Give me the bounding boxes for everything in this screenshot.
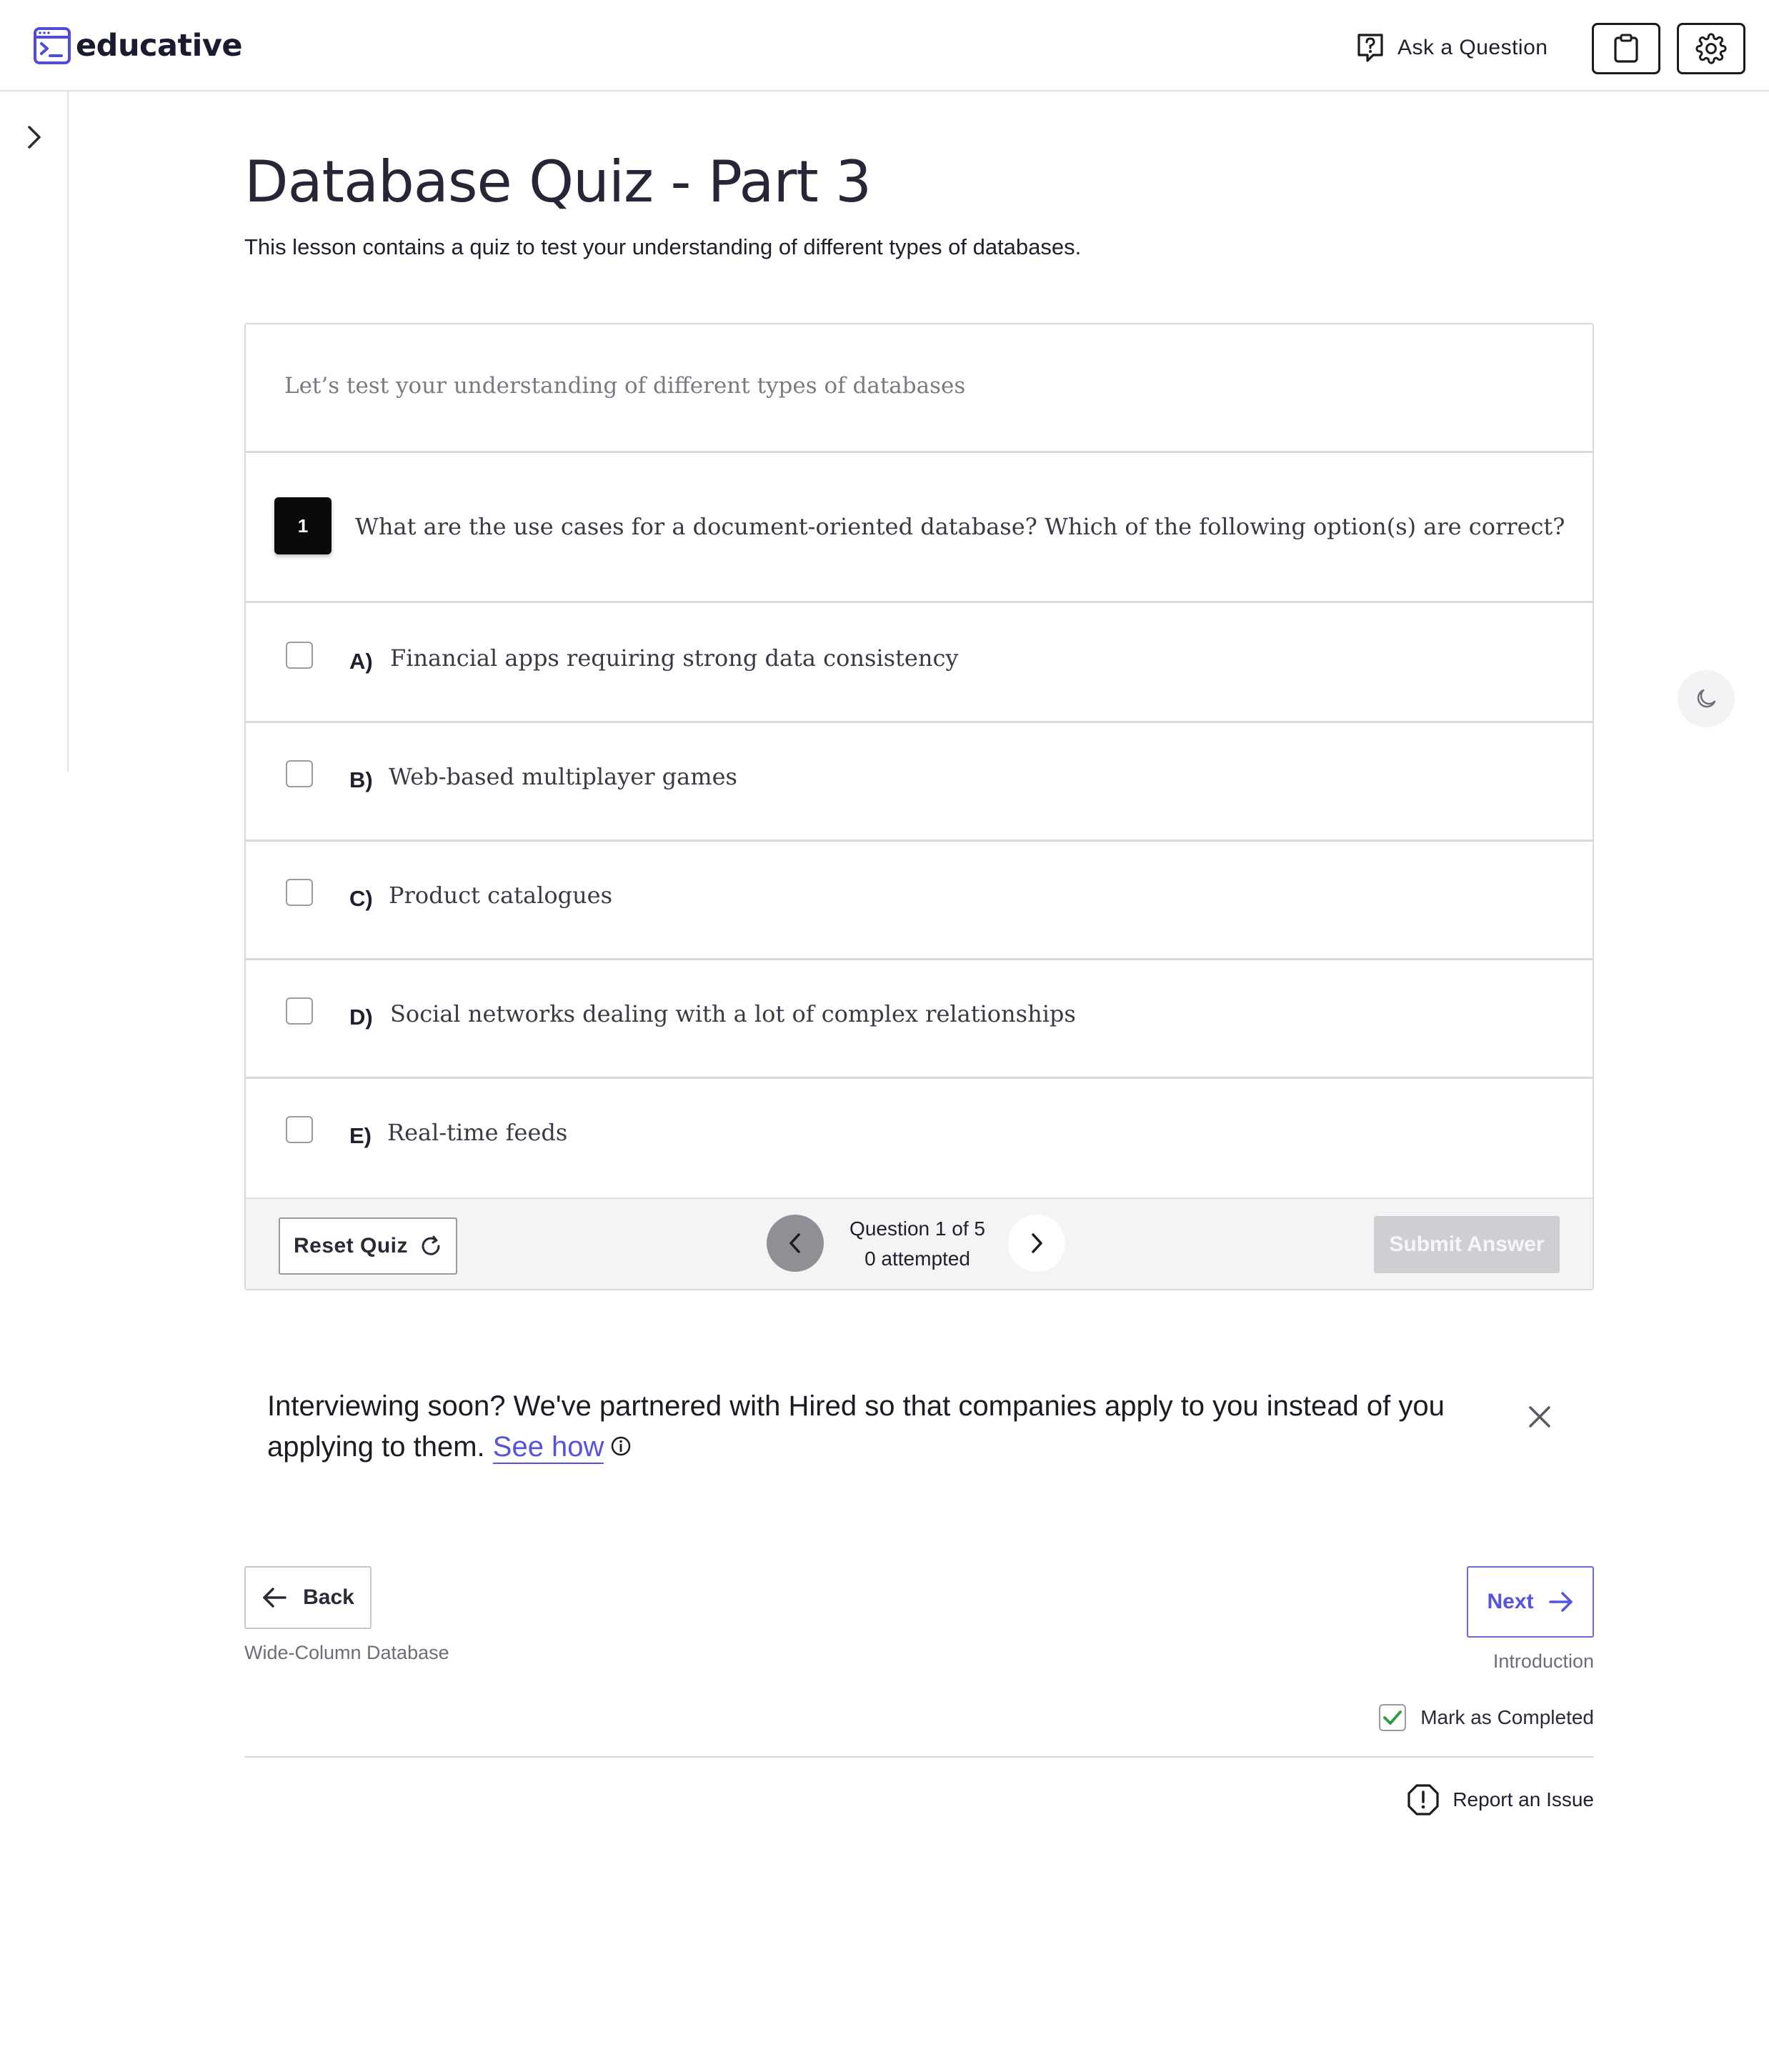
option-text: Social networks dealing with a lot of co…	[390, 1000, 1076, 1027]
attempted-counter: 0 attempted	[864, 1247, 970, 1270]
sidebar-divider	[67, 91, 69, 772]
page-subtitle: This lesson contains a quiz to test your…	[244, 234, 1082, 259]
clipboard-button[interactable]	[1592, 23, 1660, 74]
question-row: 1 What are the use cases for a document-…	[246, 454, 1593, 603]
option-text: Web-based multiplayer games	[389, 763, 737, 790]
option-b[interactable]: B) Web-based multiplayer games	[246, 723, 1593, 842]
option-e[interactable]: E) Real-time feeds	[246, 1079, 1593, 1197]
quiz-intro-text: Let’s test your understanding of differe…	[284, 373, 966, 399]
mark-completed-checkbox[interactable]	[1379, 1704, 1407, 1731]
back-button[interactable]: Back	[244, 1566, 372, 1629]
terminal-window-icon	[34, 27, 71, 64]
option-e-checkbox[interactable]	[286, 1116, 313, 1143]
option-letter: C)	[349, 886, 373, 911]
refresh-icon	[422, 1235, 440, 1255]
arrow-right-icon	[1548, 1592, 1573, 1612]
next-button[interactable]: Next	[1467, 1566, 1594, 1638]
option-c-checkbox[interactable]	[286, 879, 313, 906]
option-c[interactable]: C) Product catalogues	[246, 842, 1593, 960]
moon-icon	[1697, 689, 1716, 708]
page-title: Database Quiz - Part 3	[244, 149, 872, 215]
settings-button[interactable]	[1677, 23, 1745, 74]
top-header: educative Ask a Question	[0, 0, 1769, 91]
option-text: Product catalogues	[389, 882, 613, 909]
gear-icon	[1695, 33, 1727, 64]
next-question-button[interactable]	[1008, 1215, 1065, 1272]
previous-question-button[interactable]	[767, 1215, 824, 1272]
dark-mode-toggle[interactable]	[1678, 670, 1735, 727]
arrow-left-icon	[263, 1588, 286, 1608]
back-label: Back	[303, 1585, 354, 1609]
close-promo-button[interactable]	[1522, 1399, 1558, 1435]
brand-name: educative	[76, 28, 243, 64]
option-d-checkbox[interactable]	[286, 997, 313, 1025]
mark-as-completed[interactable]: Mark as Completed	[1379, 1704, 1594, 1731]
option-a-checkbox[interactable]	[286, 642, 313, 669]
chevron-right-icon	[28, 126, 41, 149]
clipboard-icon	[1614, 34, 1638, 63]
option-d[interactable]: D) Social networks dealing with a lot of…	[246, 960, 1593, 1079]
report-issue-button[interactable]: Report an Issue	[1407, 1783, 1594, 1816]
option-text: Financial apps requiring strong data con…	[390, 644, 959, 672]
submit-answer-button[interactable]: Submit Answer	[1374, 1216, 1560, 1273]
option-letter: D)	[349, 1005, 373, 1030]
ask-question-label: Ask a Question	[1397, 36, 1548, 59]
question-number-badge: 1	[274, 497, 332, 554]
hired-promo-banner: Interviewing soon? We've partnered with …	[267, 1386, 1553, 1469]
sidebar-toggle-button[interactable]	[20, 121, 49, 153]
checkmark-icon	[1383, 1710, 1402, 1725]
option-a[interactable]: A) Financial apps requiring strong data …	[246, 604, 1593, 723]
footer-divider	[244, 1756, 1594, 1758]
next-lesson-title[interactable]: Introduction	[1493, 1650, 1594, 1673]
question-text: What are the use cases for a document-or…	[355, 513, 1565, 540]
quiz-card: Let’s test your understanding of differe…	[244, 323, 1594, 1290]
option-letter: A)	[349, 649, 373, 674]
option-b-checkbox[interactable]	[286, 760, 313, 787]
close-icon	[1529, 1406, 1550, 1428]
question-bubble-icon	[1357, 34, 1383, 62]
next-label: Next	[1487, 1590, 1534, 1613]
ask-question-button[interactable]: Ask a Question	[1356, 30, 1548, 66]
info-icon[interactable]	[609, 1428, 632, 1469]
quiz-intro: Let’s test your understanding of differe…	[246, 324, 1593, 453]
promo-text: Interviewing soon? We've partnered with …	[267, 1386, 1482, 1469]
educative-logo[interactable]: educative	[33, 26, 243, 66]
reset-quiz-button[interactable]: Reset Quiz	[279, 1217, 457, 1275]
question-counter: Question 1 of 5	[849, 1217, 985, 1240]
report-issue-label: Report an Issue	[1452, 1788, 1594, 1810]
previous-lesson-title[interactable]: Wide-Column Database	[244, 1642, 449, 1664]
chevron-right-icon	[1032, 1233, 1042, 1253]
option-text: Real-time feeds	[387, 1119, 568, 1146]
option-letter: E)	[349, 1123, 372, 1148]
quiz-footer: Reset Quiz Question 1 of 5 0 attempted S…	[246, 1197, 1593, 1289]
question-progress: Question 1 of 5 0 attempted	[832, 1215, 1003, 1275]
promo-message: Interviewing soon? We've partnered with …	[267, 1390, 1445, 1463]
see-how-link[interactable]: See how	[492, 1431, 604, 1464]
alert-octagon-icon	[1407, 1784, 1439, 1816]
chevron-left-icon	[789, 1233, 800, 1253]
option-letter: B)	[349, 767, 373, 792]
reset-quiz-label: Reset Quiz	[293, 1234, 409, 1257]
mark-completed-label: Mark as Completed	[1420, 1706, 1594, 1728]
